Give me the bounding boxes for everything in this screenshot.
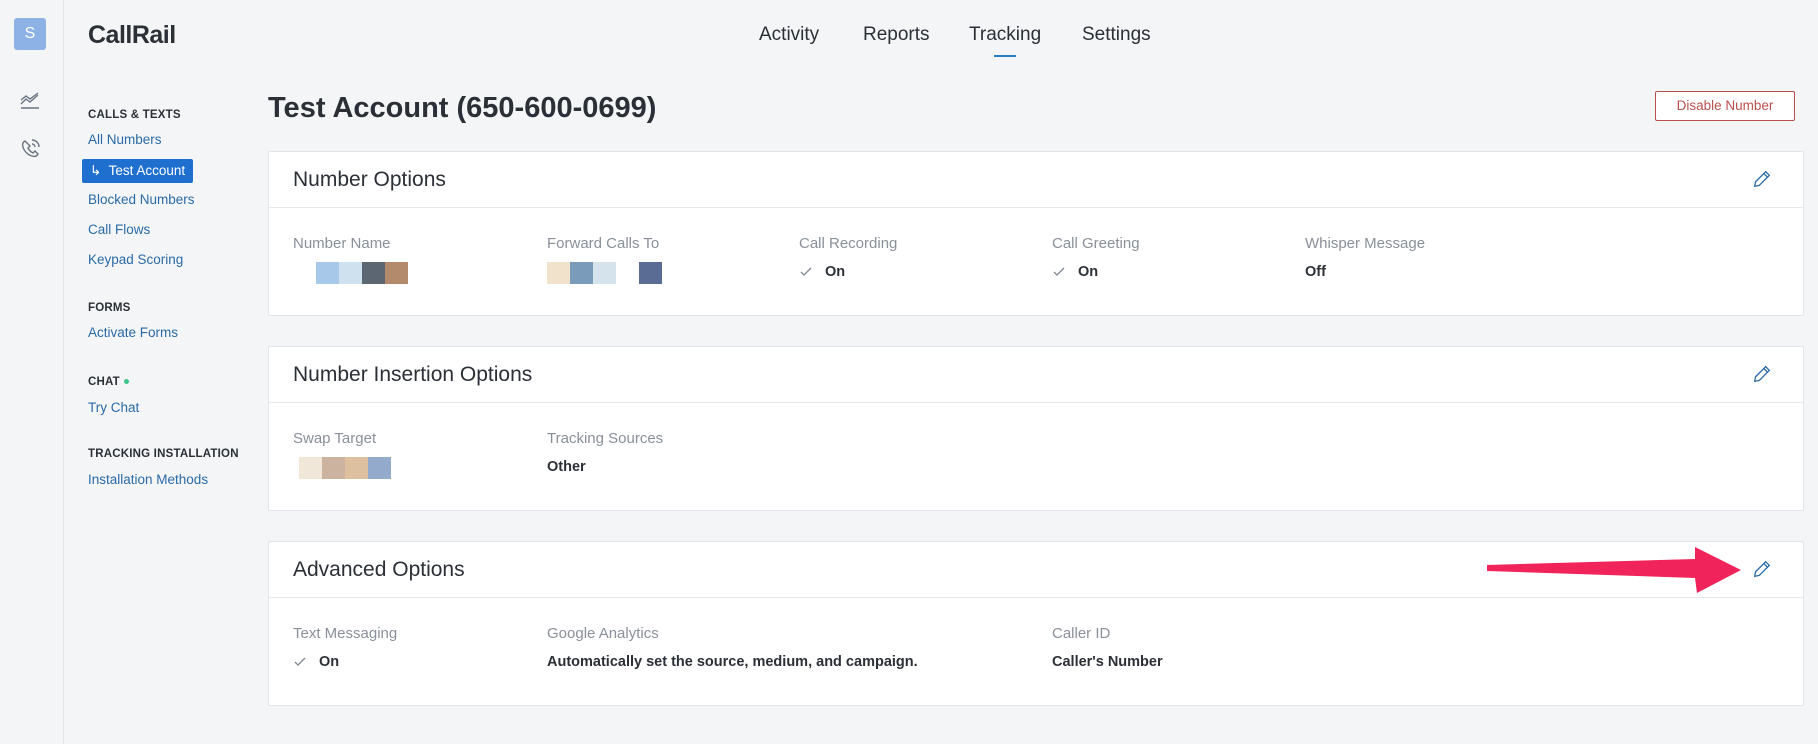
field-value-row: On <box>293 654 397 670</box>
top-nav: Activity Reports Tracking Settings <box>0 24 1818 57</box>
redacted-block <box>322 457 345 479</box>
annotation-arrow-icon <box>1487 547 1741 593</box>
redacted-block <box>639 262 662 284</box>
chat-heading-label: CHAT <box>88 376 120 388</box>
field-label: Text Messaging <box>293 625 398 642</box>
chart-line-icon[interactable] <box>18 88 42 112</box>
pencil-icon[interactable] <box>1751 363 1773 385</box>
card-header: Number Options <box>269 152 1803 208</box>
left-rail: S <box>0 0 64 744</box>
sidebar-item-try-chat[interactable]: Try Chat <box>88 400 139 415</box>
field-label: Call Recording <box>799 235 898 252</box>
sidebar-item-all-numbers[interactable]: All Numbers <box>88 132 162 147</box>
check-icon <box>1052 265 1066 279</box>
section-heading-forms: FORMS <box>88 302 131 314</box>
call-greeting-field: Call Greeting On <box>1052 235 1140 280</box>
field-label: Number Name <box>293 235 391 252</box>
redacted-block <box>345 457 368 479</box>
text-messaging-value: On <box>319 654 340 670</box>
field-label: Google Analytics <box>547 625 659 642</box>
redacted-block <box>593 262 616 284</box>
text-messaging-field: Text Messaging On <box>293 625 397 670</box>
redacted-block <box>362 262 385 284</box>
card-title: Number Insertion Options <box>293 363 533 386</box>
field-label: Caller ID <box>1052 625 1111 642</box>
card-title: Number Options <box>293 168 446 191</box>
sub-item-arrow-icon: ↳ <box>90 163 102 178</box>
field-label: Swap Target <box>293 430 377 447</box>
redacted-block <box>570 262 593 284</box>
redacted-block <box>299 457 322 479</box>
call-greeting-value: On <box>1078 264 1099 280</box>
redacted-block <box>385 262 408 284</box>
field-label: Forward Calls To <box>547 235 660 252</box>
section-heading-calls-texts: CALLS & TEXTS <box>88 109 181 121</box>
call-recording-value: On <box>825 264 846 280</box>
sidebar-item-installation-methods[interactable]: Installation Methods <box>88 472 208 487</box>
redacted-forward-number <box>547 262 662 284</box>
sidebar-item-label: Test Account <box>108 163 186 178</box>
sidebar-item-keypad-scoring[interactable]: Keypad Scoring <box>88 252 183 267</box>
redacted-block <box>616 262 639 284</box>
number-options-card: Number Options Number Name Forward Calls… <box>268 151 1804 316</box>
card-header: Number Insertion Options <box>269 347 1803 403</box>
page-title: Test Account (650-600-0699) <box>268 92 657 124</box>
tracking-sources-value: Other <box>547 459 586 475</box>
whisper-message-value: Off <box>1305 264 1326 280</box>
call-recording-field: Call Recording On <box>799 235 897 280</box>
caller-id-value: Caller's Number <box>1052 654 1163 670</box>
caller-id-field: Caller ID Caller's Number <box>1052 625 1163 670</box>
pencil-icon[interactable] <box>1751 168 1773 190</box>
check-icon <box>799 265 813 279</box>
section-heading-tracking-installation: TRACKING INSTALLATION <box>88 448 239 460</box>
redacted-number-name <box>293 262 408 284</box>
sidebar-item-call-flows[interactable]: Call Flows <box>88 222 150 237</box>
forward-calls-field: Forward Calls To <box>547 235 662 284</box>
redacted-block <box>316 262 339 284</box>
phone-icon[interactable] <box>18 137 42 161</box>
whisper-message-field: Whisper Message Off <box>1305 235 1425 280</box>
redacted-block <box>368 457 391 479</box>
tab-reports[interactable]: Reports <box>863 24 930 46</box>
field-label: Whisper Message <box>1305 235 1426 252</box>
field-label: Call Greeting <box>1052 235 1140 252</box>
redacted-swap-target <box>293 457 391 479</box>
number-insertion-card: Number Insertion Options Swap Target Tra… <box>268 346 1804 511</box>
tab-settings[interactable]: Settings <box>1082 24 1151 46</box>
tab-activity[interactable]: Activity <box>759 24 819 46</box>
tracking-sources-field: Tracking Sources Other <box>547 430 663 475</box>
google-analytics-field: Google Analytics Automatically set the s… <box>547 625 918 670</box>
swap-target-field: Swap Target <box>293 430 391 479</box>
check-icon <box>293 655 307 669</box>
google-analytics-value: Automatically set the source, medium, an… <box>547 654 918 670</box>
number-name-field: Number Name <box>293 235 408 284</box>
card-title: Advanced Options <box>293 558 465 581</box>
sidebar-item-test-account[interactable]: ↳ Test Account <box>82 159 194 183</box>
tab-tracking[interactable]: Tracking <box>969 24 1041 57</box>
redacted-block <box>293 262 316 284</box>
disable-number-button[interactable]: Disable Number <box>1655 91 1795 121</box>
field-label: Tracking Sources <box>547 430 664 447</box>
field-value-row: On <box>799 264 897 280</box>
section-heading-chat: CHAT <box>88 376 129 388</box>
redacted-block <box>339 262 362 284</box>
redacted-block <box>547 262 570 284</box>
sidebar-item-activate-forms[interactable]: Activate Forms <box>88 325 178 340</box>
status-dot-icon <box>123 379 129 385</box>
sidebar-item-blocked-numbers[interactable]: Blocked Numbers <box>88 192 195 207</box>
field-value-row: On <box>1052 264 1140 280</box>
